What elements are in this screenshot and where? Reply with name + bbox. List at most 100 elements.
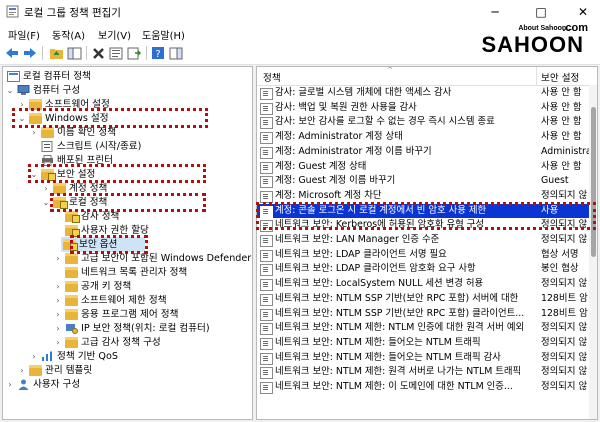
policy-row[interactable]: 계정: Administrator 계정 이름 바꾸기 Administrat — [257, 145, 597, 160]
tree-item-security-settings[interactable]: ⌄ 보안 설정 — [5, 167, 245, 182]
console-tree-pane[interactable]: 로컬 컴퓨터 정책 ⌄ 컴퓨터 구성 › 소프트웨어 설정 ⌄ Windows … — [2, 66, 253, 420]
policy-row[interactable]: 네트워크 보안: LDAP 클라이언트 서명 필요 협상 서명 — [257, 248, 597, 263]
tree-item-local-computer-policy[interactable]: 로컬 컴퓨터 정책 — [5, 69, 245, 84]
policy-row[interactable]: 네트워크 보안: LDAP 클라이언트 암호화 요구 사항 봉인 협상 — [257, 262, 597, 277]
policy-row[interactable]: 네트워크 보안: NTLM 제한: 들어오는 NTLM 트래픽 정의되지 않 — [257, 336, 597, 351]
chevron-right-icon[interactable]: › — [53, 279, 63, 294]
policy-row[interactable]: 계정: Microsoft 계정 차단 정의되지 않 — [257, 189, 597, 204]
minimize-button[interactable]: ─ — [480, 0, 510, 24]
policy-icon — [260, 264, 273, 277]
policy-row[interactable]: 네트워크 보안: NTLM 제한: 원격 서버로 나가는 NTLM 트래픽 정의되… — [257, 365, 597, 380]
policy-row[interactable]: 네트워크 보안: NTLM SSP 기반(보안 RPC 포함) 클라이언트...… — [257, 307, 597, 322]
menu-view[interactable]: 보기(V) — [98, 27, 131, 42]
chevron-right-icon[interactable]: › — [5, 377, 15, 392]
chevron-right-icon[interactable]: › — [17, 97, 27, 112]
tree-item-label: 사용자 구성 — [33, 379, 81, 390]
tree-item-account-policies[interactable]: › 계정 정책 — [5, 181, 245, 196]
policy-name: 네트워크 보안: Kerberos에 허용된 암호화 유형 구성 — [275, 219, 484, 231]
chevron-right-icon[interactable]: › — [53, 293, 63, 308]
tree-item-software-settings[interactable]: › 소프트웨어 설정 — [5, 97, 245, 112]
tree-item-network-list-manager[interactable]: 네트워크 목록 관리자 정책 — [5, 265, 245, 280]
policy-icon — [260, 146, 273, 159]
tree-item-software-restriction[interactable]: › 소프트웨어 제한 정책 — [5, 293, 245, 308]
delete-icon[interactable] — [90, 45, 106, 61]
chevron-right-icon[interactable]: › — [29, 349, 39, 364]
tree-item-policy-based-qos[interactable]: › 정책 기반 QoS — [5, 349, 245, 364]
policy-name: 네트워크 보안: NTLM SSP 기반(보안 RPC 포함) 클라이언트... — [275, 307, 525, 319]
tree-item-admin-templates[interactable]: › 관리 템플릿 — [5, 363, 245, 378]
tree-item-windows-settings[interactable]: ⌄ Windows 설정 — [5, 111, 245, 126]
title-bar[interactable]: 로컬 그룹 정책 편집기 ─ □ ✕ — [0, 0, 600, 24]
chevron-down-icon[interactable]: ⌄ — [29, 167, 39, 182]
tree-item-scripts[interactable]: 스크립트 (시작/종료) — [5, 139, 245, 154]
close-button[interactable]: ✕ — [568, 0, 598, 24]
export-list-icon[interactable] — [126, 45, 142, 61]
up-folder-icon[interactable] — [48, 45, 64, 61]
tree-item-label: 소프트웨어 설정 — [45, 99, 110, 110]
menu-help[interactable]: 도움말(H) — [142, 27, 185, 42]
show-pane-icon[interactable] — [168, 45, 184, 61]
chevron-right-icon[interactable]: › — [53, 251, 63, 266]
back-icon[interactable] — [4, 45, 20, 61]
tree-item-public-key-policies[interactable]: › 공개 키 정책 — [5, 279, 245, 294]
policy-icon — [260, 249, 273, 262]
policy-row[interactable]: 감사: 글로벌 시스템 개체에 대한 액세스 감사 사용 안 함 — [257, 86, 597, 101]
policy-row[interactable]: 네트워크 보안: Kerberos에 허용된 암호화 유형 구성 정의되지 않 — [257, 218, 597, 233]
policy-name: 계정: Administrator 계정 이름 바꾸기 — [275, 145, 432, 157]
vertical-scrollbar[interactable] — [589, 85, 597, 419]
policy-row[interactable]: 계정: Guest 계정 이름 바꾸기 Guest — [257, 174, 597, 189]
tree-item-deployed-printers[interactable]: 배포된 프린터 — [5, 153, 245, 168]
policy-row[interactable]: 감사: 백업 및 복원 권한 사용을 감사 사용 안 함 — [257, 101, 597, 116]
tree-item-security-options[interactable]: 보안 옵션 — [61, 237, 145, 252]
tree-item-computer-config[interactable]: ⌄ 컴퓨터 구성 — [5, 83, 245, 98]
policy-name: 계정: Guest 계정 이름 바꾸기 — [275, 175, 396, 187]
policy-name: 계정: 콘솔 로그온 시 로컬 계정에서 빈 암호 사용 제한 — [275, 204, 487, 216]
folder-icon — [65, 267, 78, 278]
policy-row[interactable]: 네트워크 보안: LocalSystem NULL 세션 변경 허용 정의되지 않 — [257, 277, 597, 292]
column-header-policy[interactable]: 정책 — [263, 70, 281, 84]
show-hide-tree-icon[interactable] — [66, 45, 82, 61]
folder-icon — [65, 295, 78, 306]
tree-item-app-control[interactable]: › 응용 프로그램 제어 정책 — [5, 307, 245, 322]
maximize-button[interactable]: □ — [526, 0, 556, 24]
tree-item-user-config[interactable]: › 사용자 구성 — [5, 377, 245, 392]
tree-item-windows-defender-firewall[interactable]: › 고급 보안이 포함된 Windows Defender — [5, 251, 252, 266]
tree-item-name-resolution-policy[interactable]: › 이름 확인 정책 — [5, 125, 245, 140]
column-header-security-setting[interactable]: 보안 설정 — [541, 70, 579, 84]
chevron-right-icon[interactable]: › — [41, 181, 51, 196]
forward-icon[interactable] — [22, 45, 38, 61]
tree-item-label: 스크립트 (시작/종료) — [57, 141, 142, 152]
policy-row[interactable]: 네트워크 보안: LAN Manager 인증 수준 정의되지 않 — [257, 233, 597, 248]
tree-item-user-rights-assignment[interactable]: 사용자 권한 할당 — [5, 223, 245, 238]
chevron-right-icon[interactable]: › — [17, 363, 27, 378]
policy-row[interactable]: 네트워크 보안: NTLM 제한: 이 도메인에 대한 NTLM 인증... 정의… — [257, 380, 597, 395]
policy-list-pane[interactable]: 정책 ^ 보안 설정 감사: 글로벌 시스템 개체에 대한 액세스 감사 사용 안… — [256, 66, 598, 420]
policy-row[interactable]: 네트워크 보안: NTLM 제한: 들어오는 NTLM 트래픽 감사 정의되지 않 — [257, 351, 597, 366]
policy-row[interactable]: 감사: 보안 감사를 로그할 수 없는 경우 즉시 시스템 종료 사용 안 함 — [257, 115, 597, 130]
menu-action[interactable]: 동작(A) — [52, 27, 85, 42]
chevron-down-icon[interactable]: ⌄ — [17, 111, 27, 126]
chevron-down-icon[interactable]: ⌄ — [5, 83, 15, 98]
properties-icon[interactable] — [108, 45, 124, 61]
chevron-down-icon[interactable]: ⌄ — [41, 195, 51, 210]
policy-row-selected[interactable]: 계정: 콘솔 로그온 시 로컬 계정에서 빈 암호 사용 제한 사용 — [257, 203, 597, 219]
scrollbar-thumb[interactable] — [591, 107, 596, 257]
tree-item-local-policies[interactable]: ⌄ 로컬 정책 — [5, 195, 245, 210]
tree-item-ip-security[interactable]: › IP 보안 정책(위치: 로컬 컴퓨터) — [5, 321, 252, 336]
policy-row[interactable]: 네트워크 보안: NTLM SSP 기반(보안 RPC 포함) 서버에 대한 12… — [257, 292, 597, 307]
help-icon[interactable]: ? — [150, 45, 166, 61]
chevron-right-icon[interactable]: › — [53, 335, 63, 350]
tree-item-audit-policy[interactable]: 감사 정책 — [5, 209, 245, 224]
policy-row[interactable]: 네트워크 보안: NTLM 제한: NTLM 인증에 대한 원격 서버 예외 정의… — [257, 321, 597, 336]
chevron-right-icon[interactable]: › — [53, 307, 63, 322]
tree-item-advanced-audit[interactable]: › 고급 감사 정책 구성 — [5, 335, 245, 350]
column-divider[interactable] — [536, 67, 537, 85]
tree-item-label: 공개 키 정책 — [81, 281, 132, 292]
chevron-right-icon[interactable]: › — [29, 125, 39, 140]
menu-file[interactable]: 파일(F) — [8, 27, 40, 42]
chevron-right-icon[interactable]: › — [53, 321, 63, 336]
policy-icon — [260, 88, 273, 100]
folder-icon — [29, 365, 42, 376]
policy-row[interactable]: 계정: Guest 계정 상태 사용 안 함 — [257, 160, 597, 175]
policy-row[interactable]: 계정: Administrator 계정 상태 사용 안 함 — [257, 130, 597, 145]
